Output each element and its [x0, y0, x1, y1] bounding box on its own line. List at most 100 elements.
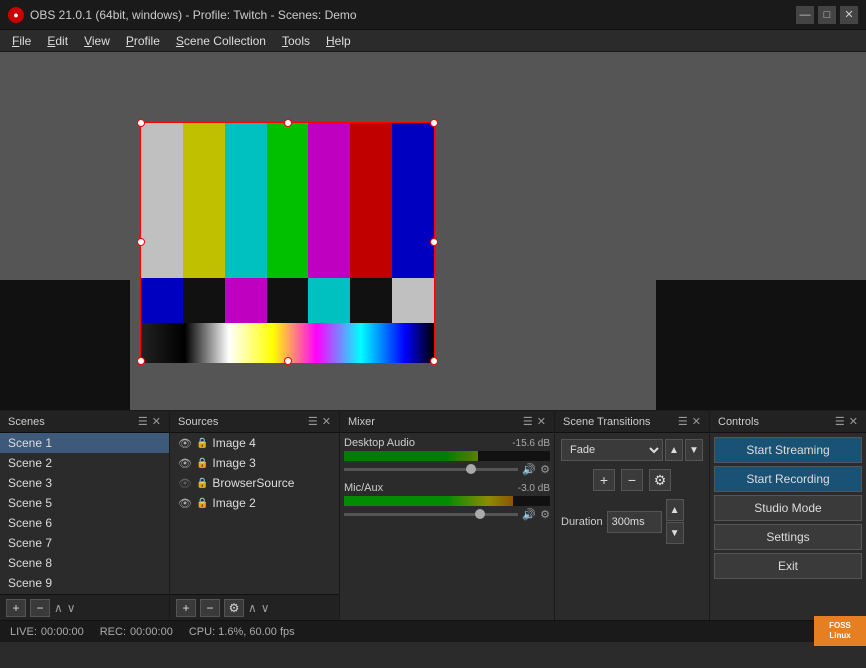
menu-file[interactable]: File	[4, 32, 39, 50]
transition-settings-button[interactable]: ⚙	[649, 469, 671, 491]
source-item-image3[interactable]: 👁 🔒 Image 3	[170, 453, 339, 473]
menu-scene-collection[interactable]: Scene Collection	[168, 32, 274, 50]
scenes-panel-header: Scenes ☰ ✕	[0, 411, 169, 433]
menu-profile[interactable]: Profile	[118, 32, 168, 50]
sources-up-button[interactable]: ∧	[248, 601, 257, 615]
foss-line1: FOSS	[829, 621, 851, 631]
source-visible-icon-image4[interactable]: 👁	[178, 437, 192, 450]
source-visible-icon-image2[interactable]: 👁	[178, 497, 192, 510]
maximize-button[interactable]: □	[818, 6, 836, 24]
mixer-config-icon[interactable]: ☰	[523, 415, 533, 428]
mixer-controls-desktop: 🔊 ⚙	[344, 463, 550, 476]
color-bars[interactable]	[140, 122, 435, 362]
selection-handle-bm[interactable]	[284, 357, 292, 365]
mixer-track-level-mic: -3.0 dB	[518, 483, 550, 494]
menu-view[interactable]: View	[76, 32, 118, 50]
selection-handle-ml[interactable]	[137, 238, 145, 246]
source-item-browsersource[interactable]: 👁 🔒 BrowserSource	[170, 473, 339, 493]
scene-item-scene2[interactable]: Scene 2	[0, 453, 169, 473]
scene-item-scene5[interactable]: Scene 5	[0, 493, 169, 513]
duration-down-arrow[interactable]: ▼	[666, 522, 684, 544]
window-controls: — □ ✕	[796, 6, 858, 24]
sources-panel-icons: ☰ ✕	[308, 415, 331, 428]
duration-up-arrow[interactable]: ▲	[666, 499, 684, 521]
menu-tools[interactable]: Tools	[274, 32, 318, 50]
settings-button[interactable]: Settings	[714, 524, 862, 550]
scenes-list: Scene 1 Scene 2 Scene 3 Scene 5 Scene 6 …	[0, 433, 169, 594]
source-label-image4: Image 4	[212, 436, 255, 450]
start-recording-button[interactable]: Start Recording	[714, 466, 862, 492]
mixer-track-header-desktop: Desktop Audio -15.6 dB	[344, 437, 550, 449]
mixer-slider-mic[interactable]	[344, 513, 518, 516]
sources-panel: Sources ☰ ✕ 👁 🔒 Image 4 👁 🔒 Image 3 👁 🔒 …	[170, 411, 340, 620]
transition-remove-button[interactable]: −	[621, 469, 643, 491]
preview-area	[0, 52, 866, 410]
mixer-slider-desktop[interactable]	[344, 468, 518, 471]
titlebar: ● OBS 21.0.1 (64bit, windows) - Profile:…	[0, 0, 866, 30]
mixer-content: Desktop Audio -15.6 dB 🔊 ⚙	[340, 433, 554, 620]
mixer-slider-thumb-desktop[interactable]	[466, 464, 476, 474]
scene-item-scene7[interactable]: Scene 7	[0, 533, 169, 553]
app-icon: ●	[8, 7, 24, 23]
selection-handle-mr[interactable]	[430, 238, 438, 246]
source-visible-icon-browsersource[interactable]: 👁	[178, 477, 192, 490]
sources-remove-button[interactable]: −	[200, 599, 220, 617]
selection-handle-bl[interactable]	[137, 357, 145, 365]
color-bars-bottom	[141, 278, 434, 323]
duration-input[interactable]	[607, 511, 662, 533]
source-visible-icon-image3[interactable]: 👁	[178, 457, 192, 470]
mixer-mute-desktop[interactable]: 🔊	[522, 463, 536, 476]
transitions-panel-header: Scene Transitions ☰ ✕	[555, 411, 709, 433]
mixer-mute-mic[interactable]: 🔊	[522, 508, 536, 521]
scenes-add-button[interactable]: +	[6, 599, 26, 617]
scene-item-scene3[interactable]: Scene 3	[0, 473, 169, 493]
mixer-track-desktop-audio: Desktop Audio -15.6 dB 🔊 ⚙	[344, 437, 550, 476]
menu-help[interactable]: Help	[318, 32, 359, 50]
live-time: 00:00:00	[41, 626, 84, 638]
live-status: LIVE: 00:00:00	[10, 626, 84, 638]
mixer-config-desktop[interactable]: ⚙	[540, 463, 550, 476]
sources-list: 👁 🔒 Image 4 👁 🔒 Image 3 👁 🔒 BrowserSourc…	[170, 433, 339, 594]
studio-mode-button[interactable]: Studio Mode	[714, 495, 862, 521]
transition-up-arrow[interactable]: ▲	[665, 439, 683, 461]
close-button[interactable]: ✕	[840, 6, 858, 24]
preview-canvas	[0, 52, 866, 410]
minimize-button[interactable]: —	[796, 6, 814, 24]
scenes-config-icon[interactable]: ☰	[138, 415, 148, 428]
selection-handle-br[interactable]	[430, 357, 438, 365]
menu-edit[interactable]: Edit	[39, 32, 76, 50]
transition-down-arrow[interactable]: ▼	[685, 439, 703, 461]
transition-type-select[interactable]: Fade Cut Swipe Slide	[561, 439, 663, 461]
exit-button[interactable]: Exit	[714, 553, 862, 579]
scene-item-scene9[interactable]: Scene 9	[0, 573, 169, 593]
controls-close-icon[interactable]: ✕	[849, 415, 858, 428]
sources-settings-button[interactable]: ⚙	[224, 599, 244, 617]
selection-handle-tm[interactable]	[284, 119, 292, 127]
sources-close-icon[interactable]: ✕	[322, 415, 331, 428]
start-streaming-button[interactable]: Start Streaming	[714, 437, 862, 463]
scenes-remove-button[interactable]: −	[30, 599, 50, 617]
mixer-slider-thumb-mic[interactable]	[475, 509, 485, 519]
transitions-close-icon[interactable]: ✕	[692, 415, 701, 428]
controls-panel-title: Controls	[718, 416, 835, 428]
scenes-down-button[interactable]: ∨	[67, 601, 76, 615]
sources-config-icon[interactable]: ☰	[308, 415, 318, 428]
controls-config-icon[interactable]: ☰	[835, 415, 845, 428]
scene-item-scene8[interactable]: Scene 8	[0, 553, 169, 573]
selection-handle-tl[interactable]	[137, 119, 145, 127]
source-lock-icon-image4: 🔒	[196, 438, 208, 449]
scenes-up-button[interactable]: ∧	[54, 601, 63, 615]
mixer-config-mic[interactable]: ⚙	[540, 508, 550, 521]
sources-add-button[interactable]: +	[176, 599, 196, 617]
mixer-close-icon[interactable]: ✕	[537, 415, 546, 428]
scene-item-scene6[interactable]: Scene 6	[0, 513, 169, 533]
transitions-config-icon[interactable]: ☰	[678, 415, 688, 428]
transition-add-button[interactable]: +	[593, 469, 615, 491]
source-item-image4[interactable]: 👁 🔒 Image 4	[170, 433, 339, 453]
source-item-image2[interactable]: 👁 🔒 Image 2	[170, 493, 339, 513]
scenes-close-icon[interactable]: ✕	[152, 415, 161, 428]
scene-item-scene1[interactable]: Scene 1	[0, 433, 169, 453]
sources-down-button[interactable]: ∨	[261, 601, 270, 615]
cpu-status: CPU: 1.6%, 60.00 fps	[189, 626, 295, 638]
selection-handle-tr[interactable]	[430, 119, 438, 127]
